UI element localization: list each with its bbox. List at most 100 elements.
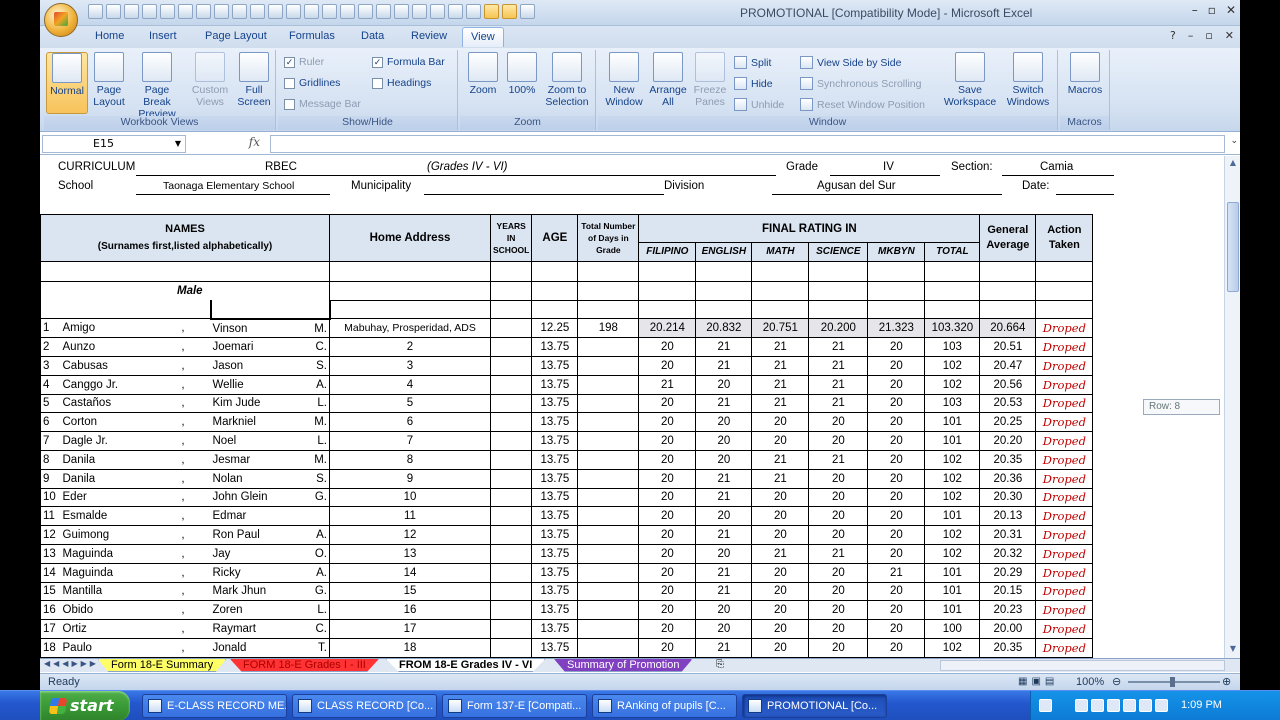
action-taken-cell[interactable]: Droped [1035,543,1094,564]
middle-initial-cell[interactable]: A. [300,562,330,583]
total-cell[interactable]: 102 [924,449,981,470]
print-preview-icon[interactable] [142,4,157,19]
freeze-panes-button[interactable]: Freeze Panes [690,52,730,108]
cell[interactable] [531,299,579,320]
row-number[interactable]: 8 [40,449,61,470]
action-taken-cell[interactable]: Droped [1035,600,1094,621]
comma-cell[interactable]: , [155,355,211,376]
middle-initial-cell[interactable]: C. [300,619,330,639]
age-cell[interactable]: 13.75 [531,506,579,527]
science-cell[interactable]: 21 [808,355,869,376]
general-average-cell[interactable]: 20.15 [979,581,1037,602]
first-name-cell[interactable]: Jesmar [210,449,301,470]
new-window-button[interactable]: New Window [602,52,646,108]
science-cell[interactable]: 21 [808,449,869,470]
row-number[interactable]: 10 [40,487,61,508]
first-name-cell[interactable]: Edmar [210,506,301,527]
split-button[interactable]: Split [734,56,771,69]
mkbyn-cell[interactable]: 20 [867,449,926,470]
comma-cell[interactable]: , [155,318,211,339]
switch-windows-button[interactable]: Switch Windows [1000,52,1056,108]
filipino-cell[interactable]: 20 [638,525,697,545]
years-cell[interactable] [489,393,533,414]
age-cell[interactable]: 13.75 [531,543,579,564]
name-box[interactable]: E15 ▼ [42,135,186,153]
comma-cell[interactable]: , [155,600,211,621]
math-cell[interactable]: 20 [751,637,810,658]
action-taken-cell[interactable]: Droped [1035,449,1094,470]
highlight-icon[interactable] [484,4,499,19]
comma-cell[interactable]: , [155,374,211,395]
mkbyn-cell[interactable]: 20 [867,337,926,357]
english-cell[interactable]: 20.832 [695,318,753,339]
science-cell[interactable]: 20 [808,506,869,527]
close-icon[interactable]: ✕ [1226,3,1236,17]
scroll-down-icon[interactable]: ▼ [1227,644,1239,656]
save-workspace-button[interactable]: Save Workspace [942,52,998,108]
redo-icon[interactable] [124,4,139,19]
days-cell[interactable] [577,562,640,583]
cut-icon[interactable] [286,4,301,19]
middle-initial-cell[interactable]: S. [300,355,330,376]
days-cell[interactable] [577,393,640,414]
filipino-cell[interactable]: 20 [638,355,697,376]
address-cell[interactable]: 6 [329,412,491,433]
science-cell[interactable]: 20 [808,525,869,545]
mkbyn-cell[interactable]: 20 [867,543,926,564]
years-cell[interactable] [489,525,533,545]
filipino-cell[interactable]: 20 [638,449,697,470]
first-name-cell[interactable]: Raymart [210,619,301,639]
age-cell[interactable]: 13.75 [531,619,579,639]
age-cell[interactable]: 13.75 [531,637,579,658]
updates-icon[interactable] [1155,699,1168,712]
sheet-tab-summary-of-promotion[interactable]: Summary of Promotion [554,659,693,672]
comma-cell[interactable]: , [155,581,211,602]
years-cell[interactable] [489,449,533,470]
years-cell[interactable] [489,619,533,639]
general-average-cell[interactable]: 20.20 [979,431,1037,451]
address-cell[interactable]: 2 [329,337,491,357]
cell[interactable] [808,280,869,301]
english-cell[interactable]: 20 [695,412,753,433]
macros-button[interactable]: Macros [1064,52,1106,96]
surname-cell[interactable]: Obido [60,600,156,621]
math-cell[interactable]: 20 [751,412,810,433]
age-cell[interactable]: 13.75 [531,487,579,508]
cell[interactable] [40,260,330,282]
cell[interactable] [329,260,491,282]
address-cell[interactable]: 16 [329,600,491,621]
row-number[interactable]: 11 [40,506,61,527]
tab-home[interactable]: Home [95,30,124,42]
filipino-cell[interactable]: 20 [638,412,697,433]
cell[interactable] [867,260,926,282]
hide-button[interactable]: Hide [734,77,773,90]
days-cell[interactable] [577,619,640,639]
address-cell[interactable]: 9 [329,468,491,489]
cell[interactable] [329,299,491,320]
page-layout-view-button[interactable]: Page Layout [90,52,128,108]
taskbar-item-eclass-record[interactable]: E-CLASS RECORD ME... [142,694,287,718]
cell[interactable] [577,299,640,320]
total-cell[interactable]: 102 [924,374,981,395]
english-cell[interactable]: 20 [695,449,753,470]
tab-review[interactable]: Review [411,30,447,42]
english-cell[interactable]: 21 [695,637,753,658]
mkbyn-cell[interactable]: 20 [867,637,926,658]
cell[interactable] [751,260,810,282]
days-cell[interactable]: 198 [577,318,640,339]
surname-cell[interactable]: Ortiz [60,619,156,639]
years-cell[interactable] [489,487,533,508]
comma-cell[interactable]: , [155,487,211,508]
expand-formula-bar-icon[interactable]: ⌄ [1230,136,1238,146]
surname-cell[interactable]: Amigo [60,318,156,339]
vertical-scroll-thumb[interactable] [1227,202,1239,292]
antivirus-icon[interactable] [1091,699,1104,712]
age-cell[interactable]: 12.25 [531,318,579,339]
action-taken-cell[interactable]: Droped [1035,318,1094,339]
find-icon[interactable] [340,4,355,19]
comma-cell[interactable]: , [155,393,211,414]
english-cell[interactable]: 20 [695,374,753,395]
headings-checkbox[interactable]: Headings [372,77,431,89]
total-cell[interactable]: 103 [924,337,981,357]
days-cell[interactable] [577,600,640,621]
